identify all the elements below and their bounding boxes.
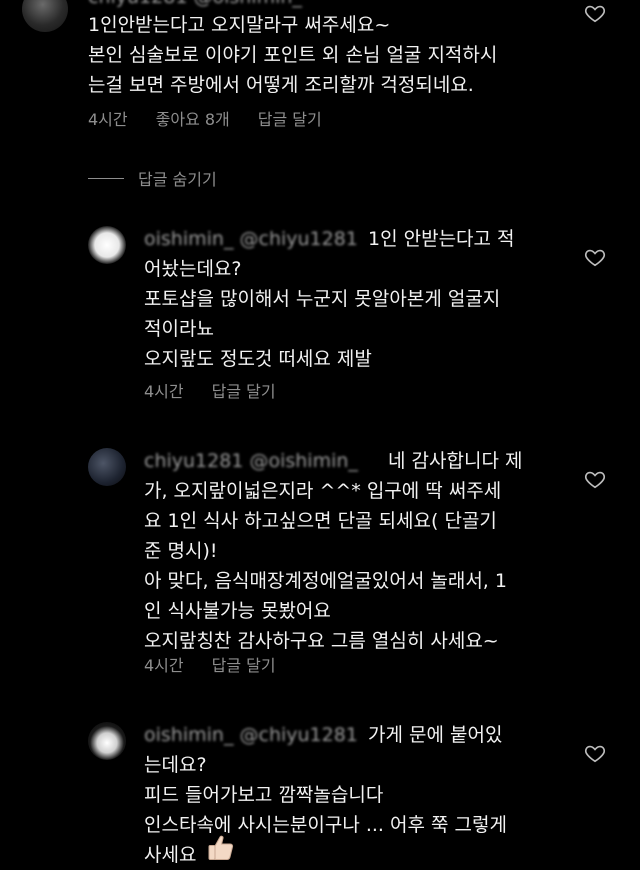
reply-button[interactable]: 답글 달기: [258, 106, 322, 130]
reply-button[interactable]: 답글 달기: [212, 652, 276, 676]
reply-time: 4시간: [144, 382, 184, 401]
reply-meta: 4시간 답글 달기: [144, 652, 276, 676]
reply-text: 1인 안받는다고 적 어놨는데요? 포토샵을 많이해서 누군지 못알아본게 얼굴…: [144, 228, 515, 370]
likes-count[interactable]: 좋아요 8개: [156, 106, 230, 130]
thumbs-up-emoji-icon: [208, 835, 234, 860]
avatar[interactable]: [88, 722, 126, 760]
heart-outline-icon[interactable]: [584, 246, 606, 268]
heart-outline-icon[interactable]: [584, 2, 606, 24]
heart-outline-icon[interactable]: [584, 468, 606, 490]
comment-text: 본인 심술보로 이야기 포인트 외 손님 얼굴 지적하시 는걸 보면 주방에서 …: [88, 44, 498, 96]
reply-button[interactable]: 답글 달기: [212, 378, 276, 402]
avatar[interactable]: [88, 448, 126, 486]
avatar[interactable]: [88, 226, 126, 264]
hide-replies-label[interactable]: 답글 숨기기: [138, 166, 217, 190]
reply-time: 4시간: [144, 656, 184, 675]
divider: [88, 177, 124, 179]
reply-meta: 4시간 답글 달기: [144, 378, 276, 402]
comment-text-first-line: 1인안받는다고 오지말라구 써주세요~: [88, 14, 391, 36]
reply-text: 네 감사합니다 제 가, 오지랖이넓은지라 ^^* 입구에 딱 써주세 요 1인…: [144, 450, 523, 652]
hide-replies-toggle[interactable]: 답글 숨기기: [88, 166, 217, 190]
comment-meta: 4시간 좋아요 8개 답글 달기: [88, 106, 322, 130]
heart-outline-icon[interactable]: [584, 742, 606, 764]
comment-time: 4시간: [88, 110, 128, 129]
avatar[interactable]: [22, 0, 68, 32]
